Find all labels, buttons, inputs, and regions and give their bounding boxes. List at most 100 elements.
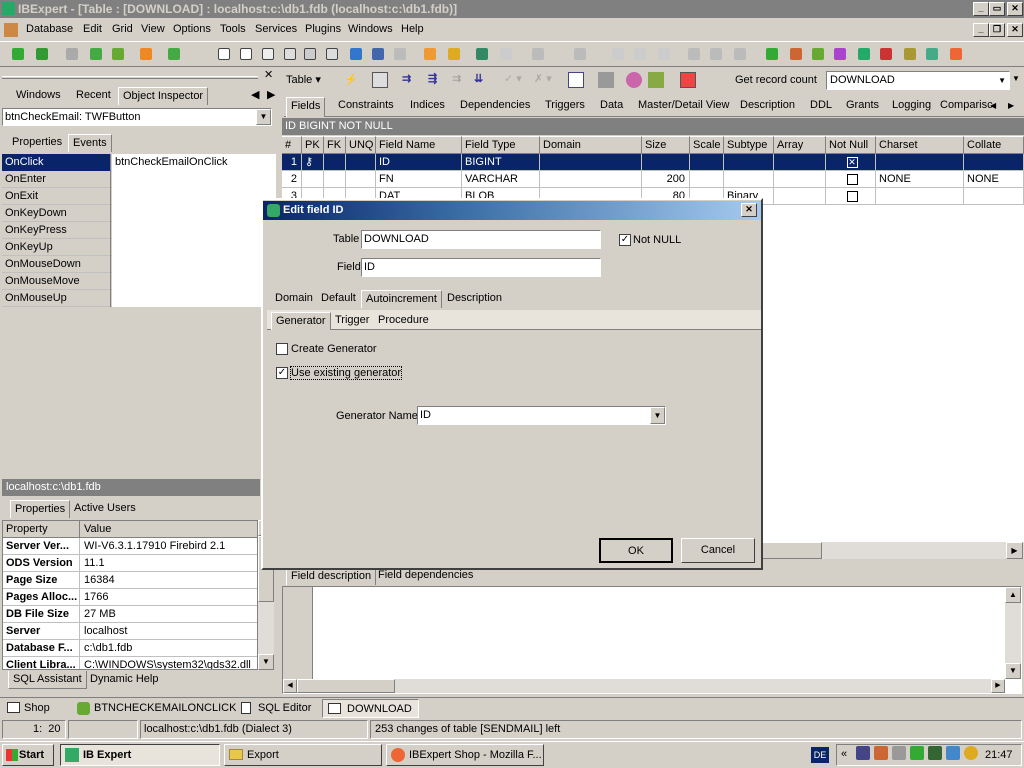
- event-value[interactable]: [112, 205, 276, 222]
- db-properties-icon[interactable]: [136, 44, 156, 64]
- not-null-checkbox[interactable]: [826, 171, 876, 188]
- menu-tools[interactable]: Tools: [220, 23, 246, 35]
- find-icon[interactable]: [684, 44, 704, 64]
- dependency-icon[interactable]: [648, 72, 664, 88]
- event-value[interactable]: [112, 222, 276, 239]
- table-select[interactable]: DOWNLOAD ▼: [826, 71, 1010, 90]
- db-prop-row[interactable]: Server Ver... WI-V6.3.1.17910 Firebird 2.…: [3, 538, 257, 555]
- grid-view-icon[interactable]: [568, 72, 584, 88]
- camera-tray-icon[interactable]: [856, 746, 870, 760]
- chevron-down-icon[interactable]: ▼: [998, 72, 1006, 89]
- minimize-button[interactable]: _: [973, 2, 989, 16]
- language-indicator[interactable]: DE: [811, 747, 829, 763]
- db-prop-row[interactable]: Client Libra... C:\WINDOWS\system32\gds32…: [3, 657, 257, 669]
- replace-icon[interactable]: [730, 44, 750, 64]
- not-null-checkbox[interactable]: ✕: [826, 154, 876, 171]
- event-row[interactable]: OnMouseDown: [2, 256, 276, 273]
- maximize-button[interactable]: ▭: [989, 2, 1005, 16]
- compile-icon[interactable]: ⚡: [344, 73, 358, 86]
- key-icon[interactable]: [444, 44, 464, 64]
- tab-logging[interactable]: Logging: [888, 97, 935, 115]
- tab-next-icon[interactable]: ▶: [263, 87, 279, 105]
- new-domain-icon[interactable]: [946, 44, 966, 64]
- window-tab-btncheckemail[interactable]: BTNCHECKEMAILONCLICK: [74, 699, 240, 717]
- create-generator-label[interactable]: Create Generator: [291, 343, 377, 355]
- field-description-editor[interactable]: ▲ ▼ ◀ ▶: [282, 586, 1022, 694]
- field-input[interactable]: ID: [361, 258, 601, 277]
- paste-icon[interactable]: [654, 44, 674, 64]
- shield-tray-icon[interactable]: [946, 746, 960, 760]
- event-value[interactable]: [112, 188, 276, 205]
- network-tray-icon[interactable]: [892, 746, 906, 760]
- scroll-up-icon[interactable]: ▲: [1005, 587, 1021, 603]
- scroll-left-icon[interactable]: ◀: [283, 679, 297, 693]
- column-header[interactable]: PK: [302, 136, 324, 154]
- tab-data[interactable]: Data: [596, 97, 627, 115]
- tab-constraints[interactable]: Constraints: [334, 97, 398, 115]
- get-record-count-button[interactable]: Get record count: [735, 74, 817, 86]
- not-null-label[interactable]: Not NULL: [633, 234, 681, 246]
- subtab-procedure[interactable]: Procedure: [374, 312, 433, 330]
- exit-icon[interactable]: [164, 44, 184, 64]
- column-header[interactable]: Field Name: [376, 136, 462, 154]
- extract-icon[interactable]: [300, 44, 320, 64]
- tab-windows[interactable]: Windows: [12, 87, 65, 105]
- scroll-thumb[interactable]: [297, 679, 395, 693]
- child-restore-button[interactable]: ❐: [989, 23, 1005, 37]
- print-icon[interactable]: [390, 44, 410, 64]
- column-header[interactable]: Property: [3, 521, 80, 538]
- tab-object-inspector[interactable]: Object Inspector: [118, 87, 209, 105]
- new-role-icon[interactable]: [922, 44, 942, 64]
- settings-icon[interactable]: [680, 72, 696, 88]
- services-icon[interactable]: [346, 44, 366, 64]
- column-header[interactable]: FK: [324, 136, 346, 154]
- column-header[interactable]: Domain: [540, 136, 642, 154]
- event-value[interactable]: [112, 290, 276, 307]
- clock[interactable]: 21:47: [985, 749, 1013, 761]
- generator-name-select[interactable]: ID ▼: [417, 406, 666, 425]
- tab-events[interactable]: Events: [68, 134, 112, 152]
- tab-domain[interactable]: Domain: [271, 290, 317, 308]
- event-value[interactable]: [112, 256, 276, 273]
- tab-description[interactable]: Description: [736, 97, 799, 115]
- tab-scroll-right-icon[interactable]: ▶: [1004, 97, 1018, 115]
- db-prop-row[interactable]: Server localhost: [3, 623, 257, 640]
- tab-default[interactable]: Default: [317, 290, 360, 308]
- table-row[interactable]: 1 ⚷ ID BIGINT ✕: [282, 154, 1024, 171]
- dialog-close-button[interactable]: ✕: [741, 203, 757, 217]
- column-header[interactable]: Size: [642, 136, 690, 154]
- event-row[interactable]: OnKeyUp: [2, 239, 276, 256]
- event-value[interactable]: [112, 171, 276, 188]
- left-panel-close-icon[interactable]: ✕: [264, 68, 273, 81]
- tab-description[interactable]: Description: [443, 290, 506, 308]
- find-next-icon[interactable]: [706, 44, 726, 64]
- event-row[interactable]: OnMouseMove: [2, 273, 276, 290]
- scroll-thumb[interactable]: [762, 542, 822, 559]
- tab-indices[interactable]: Indices: [406, 97, 449, 115]
- window-tab-sql-editor[interactable]: SQL Editor: [238, 699, 315, 717]
- table-menu-button[interactable]: Table ▾: [286, 73, 321, 86]
- close-button[interactable]: ✕: [1007, 2, 1023, 16]
- event-value[interactable]: btnCheckEmailOnClick: [112, 154, 276, 171]
- menu-help[interactable]: Help: [401, 23, 424, 35]
- scroll-down-icon[interactable]: ▼: [1005, 663, 1021, 679]
- chevron-down-icon[interactable]: ▼: [650, 407, 665, 424]
- move-field-icon[interactable]: ⇊: [474, 72, 483, 85]
- printer-icon[interactable]: [598, 72, 614, 88]
- book-icon[interactable]: [472, 44, 492, 64]
- add-field-icon[interactable]: ⇉: [402, 72, 411, 85]
- scroll-right-icon[interactable]: ▶: [991, 679, 1005, 693]
- tab-dynamic-help[interactable]: Dynamic Help: [86, 671, 162, 689]
- window-tab-shop[interactable]: Shop: [4, 699, 54, 717]
- column-header[interactable]: Scale: [690, 136, 724, 154]
- menu-services[interactable]: Services: [255, 23, 297, 35]
- cut-icon[interactable]: [608, 44, 628, 64]
- script-icon[interactable]: [280, 44, 300, 64]
- taskbar-task-firefox[interactable]: IBExpert Shop - Mozilla F...: [386, 744, 544, 766]
- menu-database[interactable]: Database: [26, 23, 73, 35]
- scroll-down-icon[interactable]: ▼: [258, 654, 274, 670]
- eye-tray-icon[interactable]: [964, 746, 978, 760]
- menu-plugins[interactable]: Plugins: [305, 23, 341, 35]
- commit-icon[interactable]: ✓ ▾: [504, 72, 522, 85]
- event-value[interactable]: [112, 239, 276, 256]
